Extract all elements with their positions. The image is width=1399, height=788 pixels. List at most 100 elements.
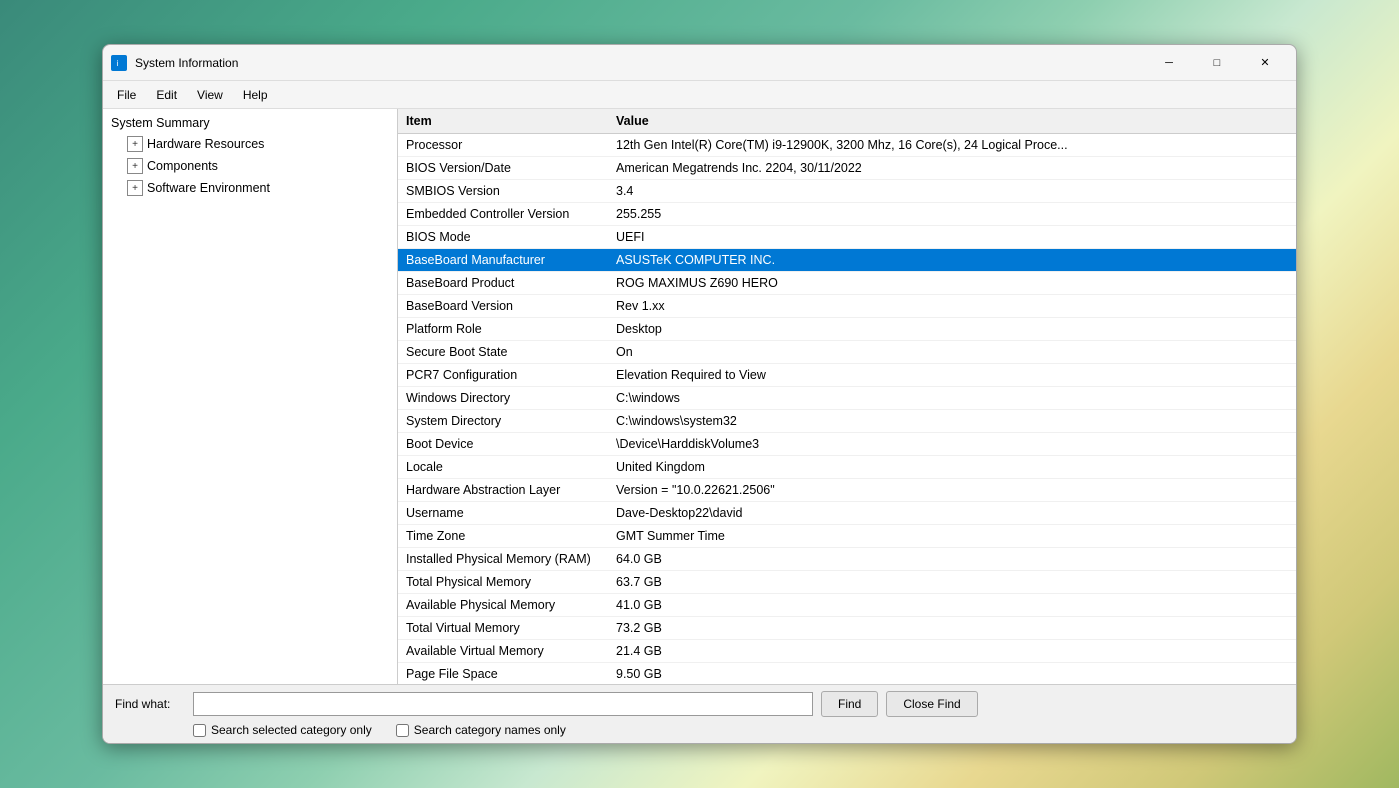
table-cell-item: Platform Role (398, 318, 608, 341)
window-controls: ─ □ ✕ (1146, 47, 1288, 79)
table-cell-value: United Kingdom (608, 456, 1296, 479)
table-cell-item: Boot Device (398, 433, 608, 456)
tree-item-software-environment[interactable]: + Software Environment (103, 177, 397, 199)
main-content: System Summary + Hardware Resources + Compon… (103, 109, 1296, 684)
table-cell-value: Elevation Required to View (608, 364, 1296, 387)
table-cell-value: 9.50 GB (608, 663, 1296, 685)
table-cell-item: BIOS Mode (398, 226, 608, 249)
expand-icon[interactable]: + (127, 158, 143, 174)
menu-item-edit[interactable]: Edit (146, 84, 187, 106)
tree-label: Components (147, 159, 218, 173)
close-button[interactable]: ✕ (1242, 47, 1288, 79)
table-cell-value: 255.255 (608, 203, 1296, 226)
tree-label: Hardware Resources (147, 137, 264, 151)
find-row: Find what: Find Close Find (115, 691, 1284, 717)
table-cell-item: Page File Space (398, 663, 608, 685)
app-icon: i (111, 55, 127, 71)
table-cell-item: Windows Directory (398, 387, 608, 410)
checkbox2-text: Search category names only (414, 723, 566, 737)
table-cell-item: Available Physical Memory (398, 594, 608, 617)
minimize-button[interactable]: ─ (1146, 47, 1192, 79)
tree-item-components[interactable]: + Components (103, 155, 397, 177)
table-row[interactable]: Time ZoneGMT Summer Time (398, 525, 1296, 548)
table-row[interactable]: Platform RoleDesktop (398, 318, 1296, 341)
table-cell-value: 12th Gen Intel(R) Core(TM) i9-12900K, 32… (608, 134, 1296, 157)
table-cell-item: Username (398, 502, 608, 525)
table-cell-item: Total Virtual Memory (398, 617, 608, 640)
table-cell-item: PCR7 Configuration (398, 364, 608, 387)
table-row[interactable]: SMBIOS Version3.4 (398, 180, 1296, 203)
menu-bar: FileEditViewHelp (103, 81, 1296, 109)
table-row[interactable]: BaseBoard ManufacturerASUSTeK COMPUTER I… (398, 249, 1296, 272)
table-cell-value: 3.4 (608, 180, 1296, 203)
window-title: System Information (135, 56, 1146, 70)
table-row[interactable]: Total Physical Memory63.7 GB (398, 571, 1296, 594)
table-row[interactable]: BIOS ModeUEFI (398, 226, 1296, 249)
table-row[interactable]: Boot Device\Device\HarddiskVolume3 (398, 433, 1296, 456)
table-cell-item: Embedded Controller Version (398, 203, 608, 226)
table-row[interactable]: BIOS Version/DateAmerican Megatrends Inc… (398, 157, 1296, 180)
table-row[interactable]: System DirectoryC:\windows\system32 (398, 410, 1296, 433)
table-row[interactable]: UsernameDave-Desktop22\david (398, 502, 1296, 525)
table-row[interactable]: PCR7 ConfigurationElevation Required to … (398, 364, 1296, 387)
checkbox1-text: Search selected category only (211, 723, 372, 737)
checkbox-row: Search selected category only Search cat… (193, 723, 1284, 737)
tree-item-hardware-resources[interactable]: + Hardware Resources (103, 133, 397, 155)
tree-item-system-summary[interactable]: System Summary (103, 113, 397, 133)
table-row[interactable]: Windows DirectoryC:\windows (398, 387, 1296, 410)
checkbox1[interactable] (193, 724, 206, 737)
checkbox2[interactable] (396, 724, 409, 737)
tree-panel: System Summary + Hardware Resources + Compon… (103, 109, 398, 684)
info-table: Item Value Processor12th Gen Intel(R) Co… (398, 109, 1296, 684)
expand-icon[interactable]: + (127, 136, 143, 152)
table-row[interactable]: BaseBoard ProductROG MAXIMUS Z690 HERO (398, 272, 1296, 295)
find-input[interactable] (193, 692, 813, 716)
system-information-window: i System Information ─ □ ✕ FileEditViewH… (102, 44, 1297, 744)
table-row[interactable]: Available Physical Memory41.0 GB (398, 594, 1296, 617)
menu-item-help[interactable]: Help (233, 84, 278, 106)
maximize-button[interactable]: □ (1194, 47, 1240, 79)
table-row[interactable]: LocaleUnited Kingdom (398, 456, 1296, 479)
menu-item-file[interactable]: File (107, 84, 146, 106)
table-cell-item: Total Physical Memory (398, 571, 608, 594)
tree-label: System Summary (111, 116, 210, 130)
table-cell-value: C:\windows\system32 (608, 410, 1296, 433)
table-row[interactable]: Embedded Controller Version255.255 (398, 203, 1296, 226)
table-cell-value: Rev 1.xx (608, 295, 1296, 318)
table-cell-item: Time Zone (398, 525, 608, 548)
close-find-button[interactable]: Close Find (886, 691, 977, 717)
table-cell-item: BaseBoard Version (398, 295, 608, 318)
table-cell-value: 41.0 GB (608, 594, 1296, 617)
table-cell-item: Hardware Abstraction Layer (398, 479, 608, 502)
table-cell-value: ROG MAXIMUS Z690 HERO (608, 272, 1296, 295)
table-row[interactable]: Total Virtual Memory73.2 GB (398, 617, 1296, 640)
table-cell-item: SMBIOS Version (398, 180, 608, 203)
table-row[interactable]: Secure Boot StateOn (398, 341, 1296, 364)
table-cell-value: 73.2 GB (608, 617, 1296, 640)
table-cell-value: American Megatrends Inc. 2204, 30/11/202… (608, 157, 1296, 180)
svg-text:i: i (117, 59, 119, 68)
find-button[interactable]: Find (821, 691, 878, 717)
tree-label: Software Environment (147, 181, 270, 195)
table-cell-value: 63.7 GB (608, 571, 1296, 594)
table-cell-item: BIOS Version/Date (398, 157, 608, 180)
table-row[interactable]: Processor12th Gen Intel(R) Core(TM) i9-1… (398, 134, 1296, 157)
checkbox2-label[interactable]: Search category names only (396, 723, 566, 737)
table-cell-value: 21.4 GB (608, 640, 1296, 663)
table-cell-value: ASUSTeK COMPUTER INC. (608, 249, 1296, 272)
table-cell-value: GMT Summer Time (608, 525, 1296, 548)
table-row[interactable]: Page File Space9.50 GB (398, 663, 1296, 685)
table-row[interactable]: Available Virtual Memory21.4 GB (398, 640, 1296, 663)
table-cell-value: Dave-Desktop22\david (608, 502, 1296, 525)
table-cell-item: BaseBoard Manufacturer (398, 249, 608, 272)
table-row[interactable]: BaseBoard VersionRev 1.xx (398, 295, 1296, 318)
expand-icon[interactable]: + (127, 180, 143, 196)
checkbox1-label[interactable]: Search selected category only (193, 723, 372, 737)
find-label: Find what: (115, 697, 185, 711)
table-cell-item: Locale (398, 456, 608, 479)
table-cell-item: BaseBoard Product (398, 272, 608, 295)
menu-item-view[interactable]: View (187, 84, 233, 106)
table-row[interactable]: Installed Physical Memory (RAM)64.0 GB (398, 548, 1296, 571)
table-cell-item: Secure Boot State (398, 341, 608, 364)
table-row[interactable]: Hardware Abstraction LayerVersion = "10.… (398, 479, 1296, 502)
